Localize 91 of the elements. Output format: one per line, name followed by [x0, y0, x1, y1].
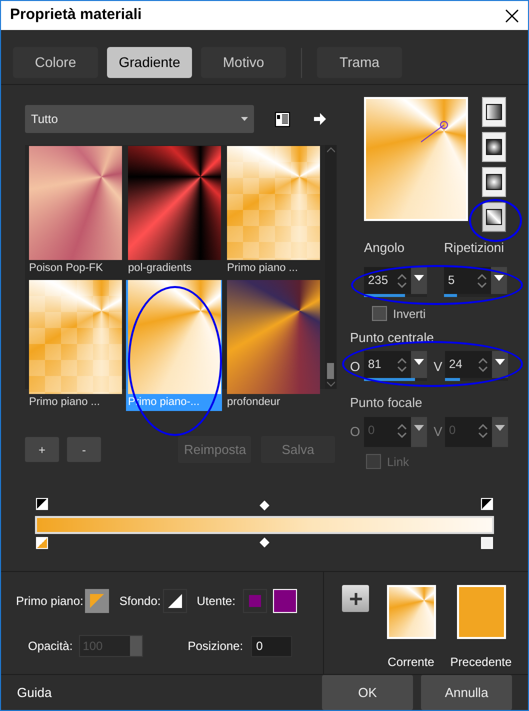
gradient-style-button[interactable] [482, 132, 506, 162]
color-stop-marker[interactable] [36, 498, 48, 510]
spin-arrows-icon[interactable] [478, 422, 488, 439]
field-label: Opacità: [28, 638, 73, 656]
stop-button[interactable]: + [25, 437, 59, 462]
dropdown-toggle[interactable] [411, 416, 427, 447]
caret-icon [414, 424, 424, 431]
help-link[interactable]: Guida [17, 682, 52, 702]
section-label: Punto centrale [350, 328, 435, 347]
caret-icon [495, 424, 505, 431]
gradient-item[interactable]: Poison Pop-FK [27, 146, 123, 278]
tab[interactable]: Gradiente [107, 47, 192, 78]
gradient-style-icon [486, 209, 502, 226]
dropdown-toggle[interactable] [491, 266, 507, 297]
center-handle-icon[interactable] [421, 121, 449, 144]
gradient-name: Primo piano ... [28, 395, 101, 410]
field-label: Angolo [364, 239, 406, 258]
scroll-thumb[interactable] [327, 363, 334, 380]
gradient-style-button[interactable] [482, 167, 506, 198]
checkbox-label: Inverti [393, 306, 426, 323]
background-swatch[interactable] [162, 589, 187, 614]
axis-label: O [350, 358, 362, 376]
tab[interactable]: Colore [13, 47, 98, 78]
caret-icon [241, 117, 248, 122]
gradient-style-button[interactable] [482, 97, 506, 128]
source-label: Utente: [196, 593, 236, 610]
gradient-style-icon [486, 104, 502, 120]
midpoint-marker[interactable] [260, 538, 270, 548]
window-title: Proprietà materiali [10, 5, 142, 26]
caret-icon [494, 274, 504, 281]
gradient-style-icon [486, 139, 502, 156]
spin-arrows-icon[interactable] [397, 357, 407, 374]
dialog-button[interactable]: Annulla [421, 674, 512, 710]
gradient-item[interactable]: Primo piano ... [27, 280, 123, 412]
color-preview [386, 585, 436, 640]
user-color-swatch[interactable] [273, 589, 298, 614]
position-field[interactable]: 0 [251, 636, 292, 657]
user-swatch[interactable] [243, 589, 268, 614]
field-label: Ripetizioni [444, 239, 505, 258]
annotation-ring [469, 199, 522, 242]
spin-field[interactable]: 5 [444, 266, 507, 297]
spin-field[interactable]: 24 [445, 351, 508, 382]
scroll-down-icon[interactable] [326, 381, 334, 388]
foreground-swatch[interactable] [85, 589, 110, 614]
checkbox[interactable] [372, 306, 387, 322]
category-dropdown[interactable]: Tutto [25, 105, 254, 134]
spin-arrows-icon[interactable] [397, 272, 407, 289]
color-stop-marker[interactable] [481, 498, 493, 510]
scroll-up-icon[interactable] [326, 147, 334, 154]
list-icon[interactable] [275, 112, 290, 127]
axis-label: V [432, 423, 444, 442]
tab[interactable]: Motivo [201, 47, 286, 78]
gradient-name: profondeur [226, 395, 282, 410]
gradient-name: pol-gradients [127, 261, 193, 276]
gradient-item[interactable]: pol-gradients [126, 146, 222, 278]
gradient-item[interactable]: Primo piano ... [225, 146, 321, 278]
gradient-item[interactable]: profondeur [225, 280, 321, 412]
preview-label: Precedente [450, 654, 512, 672]
gradient-name: Primo piano ... [226, 261, 299, 276]
scrollbar[interactable] [325, 145, 336, 390]
field-label: Posizione: [188, 638, 244, 656]
preview-label: Corrente [388, 654, 434, 672]
spin-field[interactable]: 235 [364, 266, 427, 297]
color-stop-marker[interactable] [36, 537, 48, 550]
spin-field[interactable]: 81 [364, 351, 427, 382]
tab[interactable]: Trama [317, 47, 402, 78]
checkbox-label: Link [387, 454, 410, 471]
midpoint-marker[interactable] [260, 500, 270, 510]
close-icon[interactable] [505, 8, 519, 23]
source-label: Primo piano: [16, 593, 84, 610]
dialog-button[interactable]: OK [322, 674, 413, 710]
spin-arrows-icon[interactable] [477, 272, 487, 289]
gradient-style-icon [486, 174, 502, 190]
caret-icon [414, 274, 424, 281]
add-button[interactable] [342, 585, 369, 612]
caret-icon [495, 359, 505, 366]
axis-label: V [432, 358, 444, 376]
source-label: Sfondo: [119, 593, 161, 610]
gradient-name: Poison Pop-FK [28, 261, 104, 276]
axis-label: O [350, 423, 362, 442]
spin-arrows-icon[interactable] [478, 357, 488, 374]
spin-arrows-icon[interactable] [397, 422, 407, 439]
arrow-right-icon[interactable] [314, 113, 326, 126]
stop-button[interactable]: - [67, 437, 101, 462]
dropdown-toggle[interactable] [492, 416, 508, 447]
plus-icon [350, 592, 362, 605]
section-label: Punto focale [350, 394, 424, 412]
dropdown-toggle[interactable] [411, 266, 427, 297]
gradient-style-button[interactable] [482, 202, 506, 232]
caret-icon [414, 359, 424, 366]
color-stop-marker[interactable] [481, 537, 493, 550]
